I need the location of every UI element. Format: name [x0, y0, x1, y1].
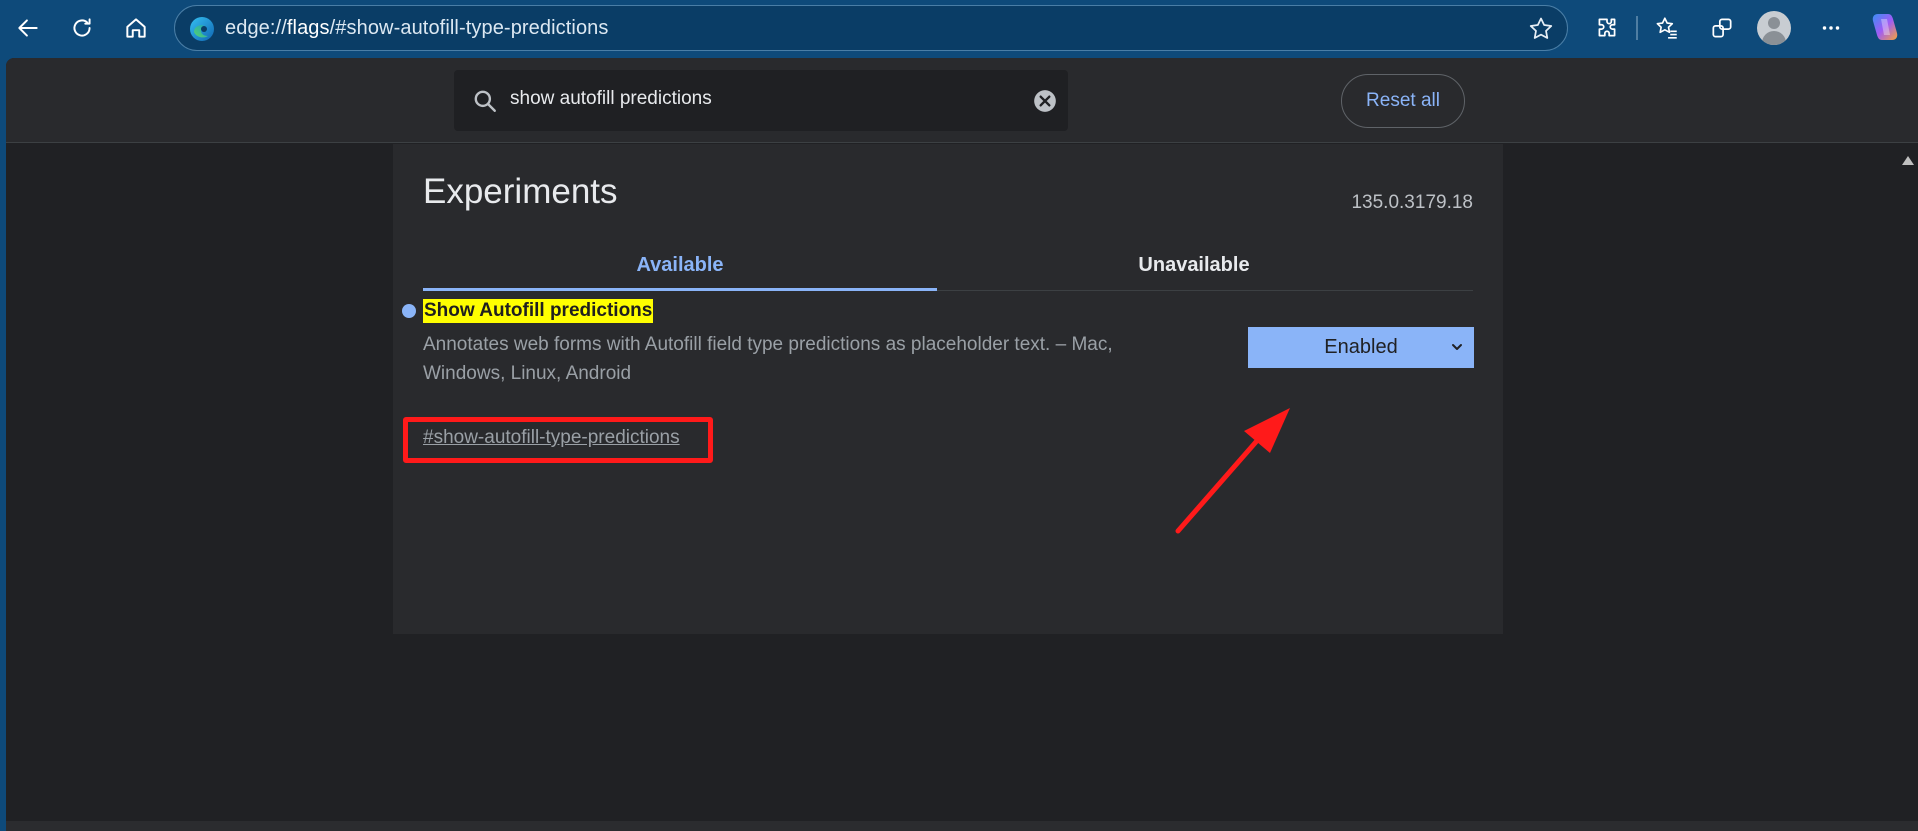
flag-description: Annotates web forms with Autofill field … [423, 334, 1113, 384]
flag-permalink[interactable]: #show-autofill-type-predictions [423, 427, 680, 449]
scroll-up-arrow-icon[interactable] [1902, 156, 1914, 165]
avatar[interactable] [1757, 11, 1791, 45]
url-text: edge://flags/#show-autofill-type-predict… [225, 17, 609, 39]
tab-available[interactable]: Available [423, 254, 937, 284]
modified-flag-dot [402, 304, 416, 318]
favorites-list-icon[interactable] [1647, 8, 1687, 48]
copilot-icon[interactable] [1868, 10, 1902, 44]
clear-search-icon[interactable] [1032, 88, 1058, 114]
search-icon [474, 90, 496, 112]
avatar-body [1762, 31, 1786, 45]
search-value[interactable]: show autofill predictions [510, 88, 712, 110]
version-label: 135.0.3179.18 [1351, 192, 1473, 213]
address-bar[interactable]: edge://flags/#show-autofill-type-predict… [174, 5, 1568, 51]
home-icon[interactable] [116, 8, 156, 48]
flag-state-value: Enabled [1324, 336, 1398, 358]
edge-logo-icon [190, 17, 214, 41]
flag-state-select[interactable]: Enabled [1248, 327, 1474, 368]
scrollbar[interactable] [1898, 144, 1918, 831]
active-tab-indicator [423, 288, 937, 291]
page-title: Experiments [423, 172, 618, 211]
refresh-icon[interactable] [62, 8, 102, 48]
flag-title: Show Autofill predictions [423, 299, 654, 323]
reset-all-button[interactable]: Reset all [1341, 74, 1465, 128]
annotation-arrow-icon [1175, 408, 1290, 534]
star-icon[interactable] [1527, 15, 1555, 43]
search-input[interactable]: show autofill predictions [454, 70, 1068, 131]
ellipsis-icon[interactable] [1811, 8, 1851, 48]
flags-header: show autofill predictions Reset all [6, 58, 1918, 143]
browser-toolbar: edge://flags/#show-autofill-type-predict… [0, 0, 1918, 56]
toolbar-divider [1636, 16, 1638, 40]
tab-unavailable[interactable]: Unavailable [937, 254, 1451, 284]
back-arrow-icon[interactable] [8, 8, 48, 48]
collections-icon[interactable] [1702, 8, 1742, 48]
chevron-down-icon [1452, 344, 1462, 350]
puzzle-icon[interactable] [1587, 8, 1627, 48]
avatar-head [1768, 17, 1780, 29]
flags-page: show autofill predictions Reset all Expe… [6, 58, 1918, 831]
experiments-panel: Experiments 135.0.3179.18 Available Unav… [393, 144, 1503, 634]
bottom-edge [6, 821, 1918, 831]
